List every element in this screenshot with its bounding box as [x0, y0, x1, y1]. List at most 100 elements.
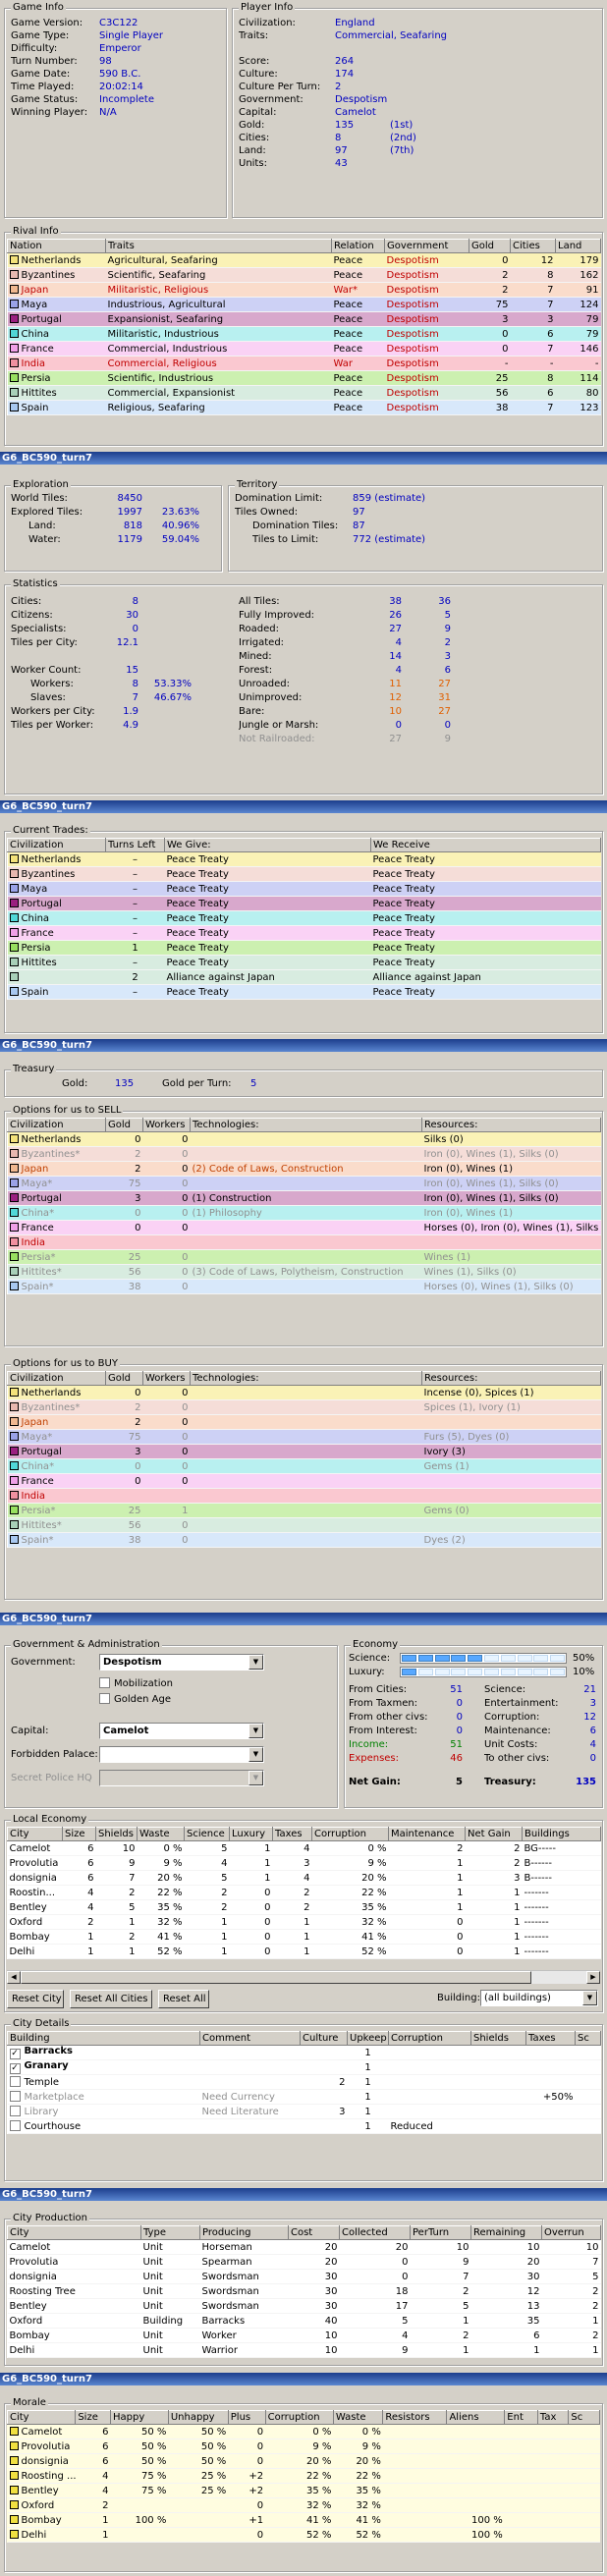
table-row[interactable]: Byzantines* 2 0 Spices (1), Ivory (1) [7, 1399, 601, 1415]
slider-segment[interactable] [402, 1655, 416, 1662]
table-row[interactable]: ✓ Granary 1 [7, 2059, 601, 2075]
column-header-plus[interactable]: Plus [227, 2410, 266, 2425]
table-row[interactable]: Camelot Unit Horseman 20 20 10 10 10 [7, 2239, 601, 2255]
luxury-slider[interactable] [400, 1667, 567, 1677]
table-row[interactable]: Oxford Building Barracks 40 5 1 35 1 [7, 2313, 601, 2329]
local-economy-hscroll[interactable]: ◀ ▶ [7, 1970, 600, 1984]
column-header-land[interactable]: Land [555, 239, 601, 253]
checkbox-icon[interactable]: ✓ [9, 2049, 21, 2059]
column-header-workers[interactable]: Workers [142, 1371, 191, 1386]
column-header-aliens[interactable]: Aliens [446, 2410, 506, 2425]
column-header-ent[interactable]: Ent [504, 2410, 538, 2425]
column-header-technologies[interactable]: Technologies: [190, 1118, 422, 1132]
column-header-maintenance[interactable]: Maintenance [388, 1827, 466, 1841]
table-row[interactable]: Maya* 75 0 Furs (5), Dyes (0) [7, 1429, 601, 1445]
building-filter-select[interactable]: (all buildings) ▼ [480, 1990, 598, 2006]
science-slider[interactable] [400, 1653, 567, 1664]
column-header-corruption[interactable]: Corruption [264, 2410, 334, 2425]
column-header-science[interactable]: Science [184, 1827, 230, 1841]
column-header-type[interactable]: Type [140, 2225, 200, 2240]
column-header-nation[interactable]: Nation [7, 239, 106, 253]
column-header-resources[interactable]: Resources: [421, 1118, 601, 1132]
table-row[interactable]: Japan 2 0 [7, 1414, 601, 1430]
slider-segment[interactable] [533, 1655, 549, 1662]
checkbox-icon[interactable] [99, 1677, 110, 1688]
table-row[interactable]: Bentley 4 5 35 % 2 0 2 35 % 1 1 ------- [7, 1899, 601, 1915]
reset-city-button[interactable]: Reset City [7, 1990, 64, 2008]
table-row[interactable]: Spain* 38 0 Horses (0), Wines (1), Silks (0… [7, 1279, 601, 1294]
column-header-sc[interactable]: Sc [568, 2410, 600, 2425]
slider-segment[interactable] [550, 1669, 566, 1675]
column-header-corruption[interactable]: Corruption [388, 2031, 471, 2046]
column-header-overrun[interactable]: Overrun [541, 2225, 601, 2240]
table-row[interactable]: Spain Religious, Seafaring Peace Despotism 3… [7, 400, 601, 415]
table-row[interactable]: Netherlands Agricultural, Seafaring Peace D… [7, 252, 601, 268]
column-header-resistors[interactable]: Resistors [382, 2410, 448, 2425]
chevron-down-icon[interactable]: ▼ [248, 1724, 263, 1738]
column-header-net-gain[interactable]: Net Gain [465, 1827, 523, 1841]
column-header-shields[interactable]: Shields [470, 2031, 526, 2046]
column-header-unhappy[interactable]: Unhappy [167, 2410, 229, 2425]
column-header-civilization[interactable]: Civilization [7, 1371, 106, 1386]
table-row[interactable]: Temple 2 1 [7, 2074, 601, 2090]
column-header-resources[interactable]: Resources: [421, 1371, 601, 1386]
chevron-down-icon[interactable]: ▼ [248, 1747, 263, 1762]
column-header-turns-left[interactable]: Turns Left [105, 838, 165, 852]
table-row[interactable]: Oxford 2 1 32 % 1 0 1 32 % 0 1 ------- [7, 1914, 601, 1930]
table-row[interactable]: ✓ Barracks 1 [7, 2045, 601, 2060]
table-row[interactable]: India [7, 1488, 601, 1504]
slider-segment[interactable] [402, 1669, 416, 1675]
table-row[interactable]: India [7, 1234, 601, 1250]
column-header-perturn[interactable]: PerTurn [410, 2225, 471, 2240]
table-row[interactable]: Netherlands – Peace Treaty Peace Treaty [7, 851, 601, 867]
table-row[interactable]: France 0 0 [7, 1473, 601, 1489]
chevron-down-icon[interactable]: ▼ [582, 1991, 597, 2005]
slider-segment[interactable] [468, 1669, 483, 1675]
column-header-waste[interactable]: Waste [137, 1827, 185, 1841]
column-header-we-give[interactable]: We Give: [164, 838, 371, 852]
table-row[interactable]: Spain – Peace Treaty Peace Treaty [7, 984, 601, 1000]
golden-age-checkbox[interactable]: Golden Age [99, 1693, 171, 1707]
table-row[interactable]: Maya Industrious, Agricultural Peace Despot… [7, 297, 601, 312]
column-header-corruption[interactable]: Corruption [311, 1827, 389, 1841]
table-row[interactable]: Persia Scientific, Industrious Peace Despot… [7, 370, 601, 386]
column-header-cost[interactable]: Cost [288, 2225, 340, 2240]
slider-segment[interactable] [451, 1669, 467, 1675]
table-row[interactable]: 2 Alliance against Japan Alliance against … [7, 969, 601, 985]
column-header-building[interactable]: Building [7, 2031, 200, 2046]
slider-segment[interactable] [468, 1655, 483, 1662]
table-row[interactable]: Persia* 25 0 Wines (1) [7, 1249, 601, 1265]
column-header-culture[interactable]: Culture [300, 2031, 348, 2046]
government-select[interactable]: Despotism ▼ [99, 1654, 264, 1671]
column-header-taxes[interactable]: Taxes [525, 2031, 576, 2046]
table-row[interactable]: Courthouse 1 Reduced [7, 2118, 601, 2134]
table-row[interactable]: Japan 2 0 (2) Code of Laws, Construction Iro… [7, 1161, 601, 1177]
table-row[interactable]: Byzantines – Peace Treaty Peace Treaty [7, 866, 601, 882]
mobilization-checkbox[interactable]: Mobilization [99, 1677, 173, 1691]
scroll-thumb[interactable] [21, 1971, 531, 1984]
table-row[interactable]: France Commercial, Industrious Peace Despot… [7, 341, 601, 356]
table-row[interactable]: donsignia Unit Swordsman 30 0 7 30 5 [7, 2269, 601, 2284]
slider-segment[interactable] [484, 1655, 499, 1662]
column-header-luxury[interactable]: Luxury [229, 1827, 273, 1841]
column-header-civilization[interactable]: Civilization [7, 1118, 106, 1132]
table-row[interactable]: Delhi 1 0 52 % 52 % 100 % [7, 2527, 600, 2543]
column-header-gold[interactable]: Gold [105, 1118, 143, 1132]
slider-segment[interactable] [451, 1655, 467, 1662]
column-header-we-receive[interactable]: We Receive [370, 838, 601, 852]
table-row[interactable]: Bombay 1 100 % +1 41 % 41 % 100 % [7, 2512, 600, 2528]
table-row[interactable]: Roosting ... 4 75 % 25 % +2 22 % 22 % [7, 2468, 600, 2484]
slider-segment[interactable] [550, 1655, 566, 1662]
column-header-government[interactable]: Government [384, 239, 469, 253]
table-row[interactable]: Hittites* 56 0 [7, 1517, 601, 1533]
table-row[interactable]: Roosting Tree Unit Swordsman 30 18 2 12 2 [7, 2283, 601, 2299]
table-row[interactable]: China – Peace Treaty Peace Treaty [7, 910, 601, 926]
slider-segment[interactable] [484, 1669, 499, 1675]
table-row[interactable]: Delhi 1 1 52 % 1 0 1 52 % 0 1 ------- [7, 1944, 601, 1959]
slider-segment[interactable] [434, 1655, 450, 1662]
table-row[interactable]: France – Peace Treaty Peace Treaty [7, 925, 601, 941]
checkbox-icon[interactable] [9, 2106, 21, 2116]
table-row[interactable]: Japan Militaristic, Religious War* Despotis… [7, 282, 601, 298]
table-row[interactable]: Spain* 38 0 Dyes (2) [7, 1532, 601, 1548]
table-row[interactable]: Portugal – Peace Treaty Peace Treaty [7, 896, 601, 911]
